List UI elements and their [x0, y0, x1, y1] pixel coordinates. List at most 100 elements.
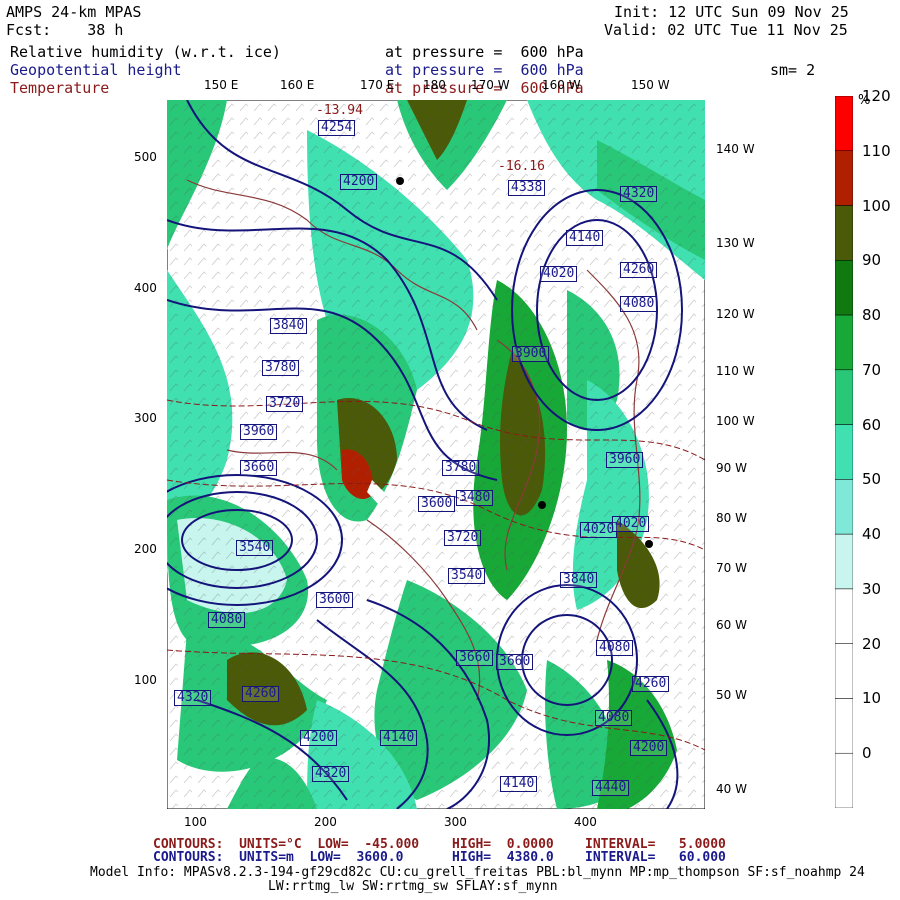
lon-label: 90 W [716, 461, 747, 475]
colorbar-label: 70 [862, 360, 882, 379]
height-contour-info: CONTOURS: UNITS=m LOW= 3600.0 [153, 850, 404, 865]
height-contour-label: 3660 [240, 460, 278, 476]
colorbar-label: 20 [862, 634, 882, 653]
colorbar-label: 40 [862, 525, 882, 544]
colorbar-label: 100 [862, 196, 891, 215]
height-contour-label: 4260 [632, 676, 670, 692]
colorbar-segment [835, 150, 853, 206]
colorbar-segment [835, 698, 853, 754]
height-contour-label: 3840 [560, 572, 598, 588]
x-tick-label: 100 [184, 815, 207, 829]
model-info: Model Info: MPASv8.2.3-194-gf29cd82c CU:… [90, 865, 865, 880]
colorbar [835, 96, 853, 808]
colorbar-label: 10 [862, 689, 882, 708]
y-tick-label: 100 [134, 673, 157, 687]
lon-label: 170 W [471, 78, 510, 92]
height-contour-label: 3960 [606, 452, 644, 468]
height-contour-label: 4260 [242, 686, 280, 702]
height-contour-label: 4020 [612, 516, 650, 532]
forecast-hour: Fcst: 38 h [6, 21, 124, 39]
height-contour-label: 3600 [418, 496, 456, 512]
colorbar-segment [835, 588, 853, 644]
colorbar-segment [835, 369, 853, 425]
height-contour-label: 4338 [508, 180, 546, 196]
height-contour-label: 3540 [448, 568, 486, 584]
field-height-level: at pressure = 600 hPa [385, 61, 584, 79]
height-contour-label: 3480 [456, 490, 494, 506]
lon-label: 100 W [716, 414, 755, 428]
height-contour-label: 3720 [266, 396, 304, 412]
colorbar-segment [835, 424, 853, 480]
height-contour-label: 3840 [270, 318, 308, 334]
colorbar-label: 90 [862, 251, 882, 270]
station-marker [538, 501, 546, 509]
model-info-2: LW:rrtmg_lw SW:rrtmg_sw SFLAY:sf_mynn [268, 879, 558, 894]
init-time: Init: 12 UTC Sun 09 Nov 25 [614, 3, 849, 21]
lon-label: 130 W [716, 236, 755, 250]
field-rh-name: Relative humidity (w.r.t. ice) [10, 43, 281, 61]
lon-label: 170 E [360, 78, 395, 92]
y-tick-label: 200 [134, 542, 157, 556]
lon-label: 160 E [280, 78, 315, 92]
height-contour-label: 4200 [300, 730, 338, 746]
height-contour-label: 4140 [380, 730, 418, 746]
lon-label: 150 W [631, 78, 670, 92]
lon-label: 180 [423, 78, 446, 92]
height-contour-label: 3780 [262, 360, 300, 376]
colorbar-segment [835, 96, 853, 152]
height-contour-label: 4140 [566, 230, 604, 246]
station-marker [645, 540, 653, 548]
colorbar-segment [835, 314, 853, 371]
field-temp-name: Temperature [10, 79, 110, 97]
height-contour-label: 3900 [512, 346, 550, 362]
height-contour-label: 4440 [592, 780, 630, 796]
colorbar-segment [835, 260, 853, 316]
valid-time: Valid: 02 UTC Tue 11 Nov 25 [604, 21, 848, 39]
colorbar-label: 80 [862, 306, 882, 325]
colorbar-segment [835, 479, 853, 535]
height-contour-label: 4140 [500, 776, 538, 792]
colorbar-label: 110 [862, 141, 891, 160]
lon-label: 140 W [716, 142, 755, 156]
height-contour-high: HIGH= 4380.0 [452, 850, 554, 865]
x-tick-label: 200 [314, 815, 337, 829]
height-contour-label: 4200 [630, 740, 668, 756]
height-contour-label: 4080 [208, 612, 246, 628]
height-contour-label: 3660 [456, 650, 494, 666]
lon-label: 70 W [716, 561, 747, 575]
height-contour-label: 3660 [496, 654, 534, 670]
height-contour-label: 4254 [318, 120, 356, 136]
temperature-contour-label: -13.94 [316, 103, 363, 118]
height-contour-label: 4080 [595, 710, 633, 726]
x-tick-label: 300 [444, 815, 467, 829]
field-rh-level: at pressure = 600 hPa [385, 43, 584, 61]
height-contour-label: 4260 [620, 262, 658, 278]
height-contour-label: 4320 [312, 766, 350, 782]
height-contour-label: 4080 [596, 640, 634, 656]
lon-label: 150 E [204, 78, 239, 92]
field-height-name: Geopotential height [10, 61, 182, 79]
height-contour-label: 4320 [174, 690, 212, 706]
lon-label: 50 W [716, 688, 747, 702]
lon-label: 60 W [716, 618, 747, 632]
height-contour-label: 3720 [444, 530, 482, 546]
y-tick-label: 400 [134, 281, 157, 295]
x-tick-label: 400 [574, 815, 597, 829]
model-title: AMPS 24-km MPAS [6, 3, 142, 21]
y-tick-label: 300 [134, 411, 157, 425]
colorbar-label: 60 [862, 415, 882, 434]
colorbar-segment [835, 533, 853, 590]
lon-label: 160 W [542, 78, 581, 92]
height-contour-label: 3960 [240, 424, 278, 440]
colorbar-label: 0 [862, 744, 872, 763]
station-marker [396, 177, 404, 185]
smoothing-label: sm= 2 [770, 61, 816, 79]
lon-label: 120 W [716, 307, 755, 321]
height-contour-label: 4200 [340, 174, 378, 190]
lon-label: 110 W [716, 364, 755, 378]
height-contour-label: 4020 [540, 266, 578, 282]
colorbar-label: 50 [862, 470, 882, 489]
temperature-contour-label: -16.16 [498, 159, 545, 174]
height-contour-label: 3780 [442, 460, 480, 476]
lon-label: 80 W [716, 511, 747, 525]
